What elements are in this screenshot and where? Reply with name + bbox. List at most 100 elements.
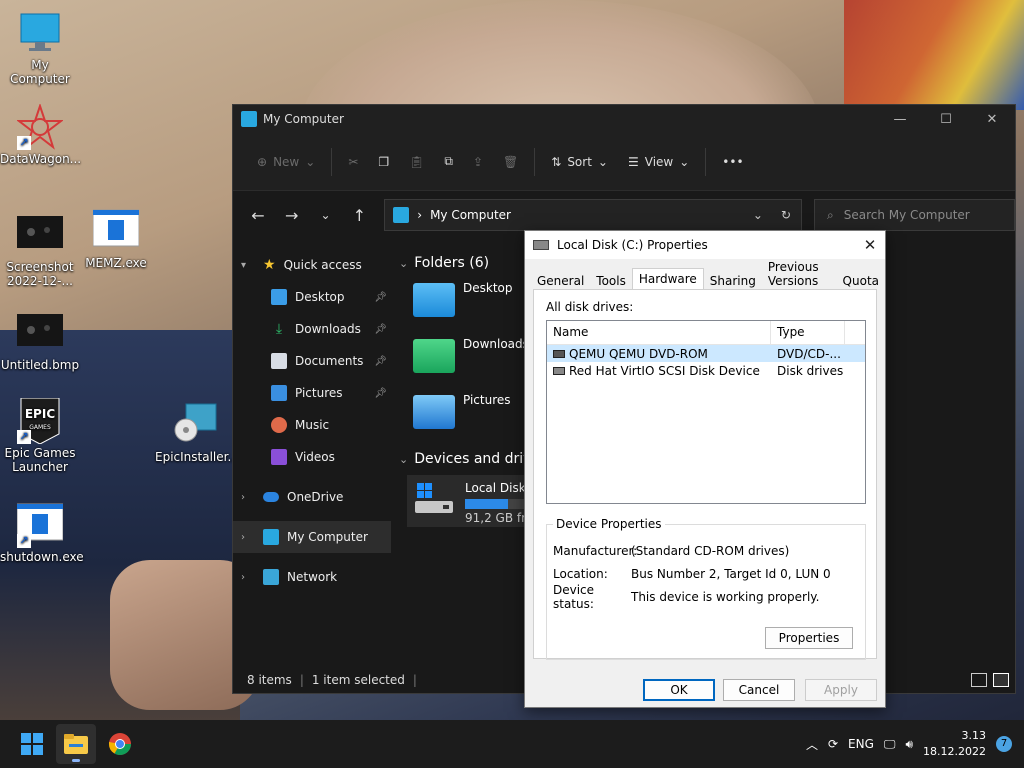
ok-button[interactable]: OK [643, 679, 715, 701]
back-arrow-icon[interactable]: ← [241, 206, 275, 225]
rename-button[interactable]: ⧉ [434, 146, 463, 178]
desktop-icon-epic-installer[interactable]: EpicInstaller... [155, 402, 239, 464]
nav-onedrive[interactable]: › OneDrive [233, 481, 391, 513]
file-explorer-taskbar-button[interactable] [56, 724, 96, 764]
sort-button[interactable]: ⇅ Sort ⌄ [541, 146, 618, 178]
item-count: 8 items [247, 673, 292, 687]
tab-general[interactable]: General [531, 271, 590, 291]
refresh-icon[interactable]: ↻ [781, 208, 791, 222]
exe-icon [92, 208, 140, 254]
wallpaper-flag [844, 0, 1024, 110]
svg-text:GAMES: GAMES [29, 424, 51, 431]
close-button[interactable]: ✕ [969, 105, 1015, 133]
search-icon: ⌕ [827, 207, 834, 222]
recent-chevron-icon[interactable]: ⌄ [309, 208, 343, 222]
nav-item-music[interactable]: Music [233, 409, 391, 441]
nav-item-downloads[interactable]: ⤓ Downloads 📌︎ [233, 313, 391, 345]
cut-button[interactable]: ✂ [338, 146, 368, 178]
tab-tools[interactable]: Tools [590, 271, 632, 291]
address-bar[interactable]: › My Computer ⌄ ↻ [384, 199, 803, 231]
desktop-icon-label: MEMZ.exe [85, 256, 147, 270]
device-properties-button[interactable]: Properties [765, 627, 853, 649]
tab-previous-versions[interactable]: Previous Versions [762, 257, 837, 291]
list-header: Name Type [547, 321, 865, 345]
details-view-icon[interactable] [971, 673, 987, 687]
nav-quick-access[interactable]: ▾ ★ Quick access [233, 249, 391, 281]
up-arrow-icon[interactable]: ↑ [342, 206, 376, 225]
start-button[interactable] [12, 724, 52, 764]
pin-icon: 📌︎ [374, 355, 387, 367]
disk-drives-list[interactable]: Name Type QEMU QEMU DVD-ROM DVD/CD-... R… [546, 320, 866, 504]
windows-logo-icon [21, 733, 43, 755]
language-indicator[interactable]: ENG [848, 737, 874, 751]
chevron-down-icon[interactable]: ⌄ [753, 208, 763, 222]
nav-item-pictures[interactable]: Pictures 📌︎ [233, 377, 391, 409]
column-name[interactable]: Name [547, 321, 771, 344]
tab-hardware[interactable]: Hardware [631, 268, 704, 291]
chevron-down-icon: ⌄ [679, 154, 690, 169]
column-type[interactable]: Type [771, 321, 845, 344]
pictures-icon [271, 385, 287, 401]
tab-quota[interactable]: Quota [837, 271, 885, 291]
image-thumbnail-icon [17, 310, 63, 356]
copy-button[interactable]: ❐ [368, 146, 399, 178]
clock[interactable]: 3.13 18.12.2022 [923, 728, 986, 760]
epic-games-icon: EPIC GAMES ↗ [17, 397, 63, 445]
disk-drive-icon [553, 366, 565, 375]
dvd-drive-icon [553, 349, 565, 358]
downloads-folder-icon [413, 339, 455, 373]
nav-item-videos[interactable]: Videos [233, 441, 391, 473]
search-input[interactable]: ⌕ Search My Computer [814, 199, 1015, 231]
monitor-icon [393, 207, 410, 223]
group-label: Device Properties [553, 517, 665, 531]
chrome-taskbar-button[interactable] [100, 724, 140, 764]
desktop-icon-shutdown[interactable]: ↗ shutdown.exe [0, 502, 84, 564]
close-icon[interactable]: ✕ [855, 236, 885, 254]
forward-arrow-icon[interactable]: → [275, 206, 309, 225]
desktop-icon-label: Untitled.bmp [0, 358, 80, 372]
share-button[interactable]: ⇪ [463, 146, 493, 178]
monitor-icon [17, 10, 63, 56]
paste-button[interactable]: 📋︎ [399, 146, 434, 178]
maximize-button[interactable]: ☐ [923, 105, 969, 133]
tab-sharing[interactable]: Sharing [704, 271, 762, 291]
chevron-up-icon[interactable]: ︿ [806, 736, 818, 753]
volume-icon[interactable]: 🔊︎ [905, 737, 913, 752]
view-button[interactable]: ☰ View ⌄ [618, 146, 699, 178]
desktop-icon-datawagon[interactable]: ↗ DataWagon... [0, 102, 81, 166]
tiles-view-icon[interactable] [993, 673, 1009, 687]
nav-item-desktop[interactable]: Desktop 📌︎ [233, 281, 391, 313]
new-button[interactable]: ⊕ New ⌄ [247, 146, 325, 178]
desktop-icon-epic-games[interactable]: EPIC GAMES ↗ Epic Games Launcher [0, 397, 80, 474]
plus-circle-icon: ⊕ [257, 154, 268, 169]
delete-button[interactable]: 🗑︎ [493, 146, 528, 178]
command-bar: ⊕ New ⌄ ✂ ❐ 📋︎ ⧉ ⇪ 🗑︎ ⇅ Sort ⌄ ☰ View ⌄ ••• [233, 133, 1015, 191]
desktop-icon-my-computer[interactable]: My Computer [0, 10, 80, 86]
list-row[interactable]: Red Hat VirtIO SCSI Disk Device Disk dri… [547, 362, 865, 379]
pin-icon: 📌︎ [374, 291, 387, 303]
notification-badge[interactable]: 7 [996, 736, 1012, 752]
chevron-right-icon: › [241, 531, 245, 543]
explorer-titlebar[interactable]: My Computer — ☐ ✕ [233, 105, 1015, 133]
list-row[interactable]: QEMU QEMU DVD-ROM DVD/CD-... [547, 345, 865, 362]
sync-icon[interactable]: ⟳ [828, 737, 838, 751]
more-options-button[interactable]: ••• [712, 146, 753, 178]
nav-my-computer[interactable]: › My Computer [233, 521, 391, 553]
desktop-icon-untitled-bmp[interactable]: Untitled.bmp [0, 310, 80, 372]
nav-network[interactable]: › Network [233, 561, 391, 593]
exe-icon: ↗ [16, 502, 64, 548]
desktop-icon-memz[interactable]: MEMZ.exe [76, 208, 156, 270]
dialog-titlebar[interactable]: Local Disk (C:) Properties ✕ [525, 231, 885, 259]
hardware-panel: All disk drives: Name Type QEMU QEMU DVD… [533, 289, 877, 660]
minimize-button[interactable]: — [877, 105, 923, 133]
cancel-button[interactable]: Cancel [723, 679, 795, 701]
desktop-icon-screenshot[interactable]: Screenshot 2022-12-... [0, 212, 80, 288]
nav-item-documents[interactable]: Documents 📌︎ [233, 345, 391, 377]
monitor-icon [263, 529, 279, 545]
apply-button[interactable]: Apply [805, 679, 877, 701]
chevron-down-icon: ⌄ [399, 452, 409, 466]
document-icon [271, 353, 287, 369]
sort-arrows-icon: ⇅ [551, 154, 562, 169]
device-status-value: This device is working properly. [631, 589, 820, 604]
network-icon[interactable]: 🖵︎ [884, 737, 896, 752]
